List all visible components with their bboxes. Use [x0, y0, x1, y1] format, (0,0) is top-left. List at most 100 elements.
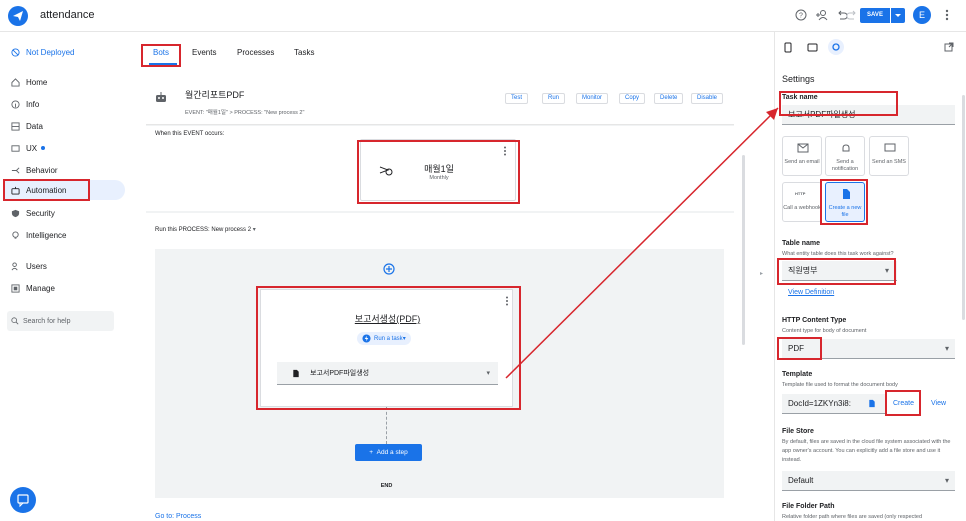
goto-process-link[interactable]: Go to: Process [155, 513, 201, 520]
nav-label: Home [26, 77, 48, 87]
nav-data[interactable]: Data [10, 119, 43, 133]
view-definition-link[interactable]: View Definition [788, 289, 834, 296]
file-icon[interactable] [868, 399, 876, 408]
save-dropdown-button[interactable] [891, 8, 905, 23]
task-name-label: Task name [782, 94, 818, 101]
create-template-button[interactable]: Create [893, 400, 914, 407]
more-vert-icon[interactable] [505, 296, 509, 306]
template-help: Template file used to format the documen… [782, 382, 898, 388]
share-user-icon[interactable] [815, 9, 829, 21]
deploy-status[interactable]: Not Deployed [10, 45, 74, 59]
settings-view-tab[interactable] [828, 39, 844, 55]
chat-button[interactable] [10, 487, 36, 513]
chevron-down-icon[interactable]: ▾ [253, 227, 256, 233]
content-type-label: HTTP Content Type [782, 317, 847, 324]
nav-automation[interactable]: Automation [10, 183, 66, 197]
chat-icon [884, 143, 896, 152]
run-button[interactable]: Run [542, 93, 566, 104]
nav-label: Automation [26, 185, 67, 195]
chevron-down-icon: ▾ [944, 344, 949, 353]
add-plus-icon[interactable] [383, 263, 395, 275]
tab-tasks[interactable]: Tasks [294, 48, 314, 57]
panel-scrollbar[interactable] [962, 95, 965, 320]
nav-intelligence[interactable]: Intelligence [10, 228, 66, 242]
more-vert-icon[interactable] [503, 146, 507, 156]
folder-path-label: File Folder Path [782, 503, 835, 510]
tile-call-webhook[interactable]: HTTP Call a webhook [782, 182, 822, 222]
tile-label: Create a new file [828, 205, 862, 218]
table-name-select[interactable]: 직원명부 ▾ [782, 261, 897, 281]
tab-events[interactable]: Events [192, 48, 216, 57]
monitor-button[interactable]: Monitor [576, 93, 609, 104]
file-store-label: File Store [782, 428, 814, 435]
home-icon [10, 77, 20, 87]
nav-manage[interactable]: Manage [10, 281, 55, 295]
step-type-chip[interactable]: Run a task ▾ [357, 332, 411, 345]
task-select[interactable]: 보고서PDF파일생성 ▾ [277, 362, 498, 385]
nav-behavior[interactable]: Behavior [10, 163, 58, 177]
lightbulb-icon [10, 230, 20, 240]
bot-name: 월간리포트PDF [185, 90, 245, 100]
event-card[interactable]: 매월1일 Monthly [360, 139, 516, 201]
collapse-arrow-icon[interactable]: ▸ [760, 270, 763, 277]
copy-button[interactable]: Copy [619, 93, 646, 104]
process-section: Run this PROCESS: New process 2 ▾ 보고서생성(… [146, 213, 734, 521]
process-heading: Run this PROCESS: New process 2 ▾ [155, 226, 256, 233]
svg-text:?: ? [799, 13, 803, 20]
save-button[interactable]: SAVE [860, 8, 890, 23]
tab-bots[interactable]: Bots [153, 48, 169, 57]
more-vert-icon[interactable] [944, 9, 950, 21]
search-icon [11, 317, 19, 325]
nav-label: Data [26, 121, 43, 131]
nav-ux[interactable]: UX [10, 141, 46, 155]
chevron-down-icon: ▾ [884, 266, 889, 275]
top-bar: attendance ? SAVE E [0, 0, 966, 32]
view-template-button[interactable]: View [931, 400, 946, 407]
scrollbar[interactable] [742, 155, 745, 345]
nav-home[interactable]: Home [10, 75, 47, 89]
open-external-icon[interactable] [944, 42, 954, 52]
test-button[interactable]: Test [505, 93, 529, 104]
nav-label: Security [26, 208, 55, 218]
help-icon[interactable]: ? [795, 9, 807, 21]
file-store-select[interactable]: Default ▾ [782, 471, 955, 491]
event-heading: When this EVENT occurs: [155, 131, 225, 137]
help-search-input[interactable]: Search for help [7, 311, 114, 331]
disable-button[interactable]: Disable [691, 93, 724, 104]
tab-processes[interactable]: Processes [237, 48, 274, 57]
deploy-status-label: Not Deployed [26, 47, 75, 57]
task-name-input[interactable]: 보고서PDF파일생성 [782, 105, 955, 125]
process-canvas: 보고서생성(PDF) Run a task ▾ 보고서PDF파일생성 ▾ + A… [155, 249, 724, 498]
tile-send-notification[interactable]: Send a notification [825, 136, 865, 176]
template-value: DocId=1ZKYn3i8: [788, 399, 851, 408]
connector-line [386, 407, 387, 444]
tile-send-email[interactable]: Send an email [782, 136, 822, 176]
robot-icon [155, 91, 167, 103]
nav-info[interactable]: Info [10, 97, 39, 111]
gear-icon [832, 43, 840, 51]
step-card[interactable]: 보고서생성(PDF) Run a task ▾ 보고서PDF파일생성 ▾ [260, 289, 513, 407]
content-type-select[interactable]: PDF ▾ [782, 339, 955, 359]
end-label: END [380, 483, 393, 489]
tile-send-sms[interactable]: Send an SMS [869, 136, 909, 176]
add-step-label: Add a step [376, 449, 408, 456]
table-name-label: Table name [782, 240, 820, 247]
process-name: New process 2 [211, 227, 252, 233]
content-type-value: PDF [788, 344, 804, 353]
nav-label: Users [26, 261, 47, 271]
tablet-view-icon[interactable] [807, 43, 818, 52]
add-step-button[interactable]: + Add a step [355, 444, 422, 461]
nav-security[interactable]: Security [10, 206, 55, 220]
nav-label: Behavior [26, 165, 58, 175]
email-icon [797, 143, 809, 153]
nav-users[interactable]: Users [10, 259, 47, 273]
process-heading-label: Run this PROCESS: [155, 227, 210, 233]
tile-label: Send an email [784, 159, 820, 165]
avatar[interactable]: E [913, 6, 931, 24]
tile-create-file[interactable]: Create a new file [825, 182, 865, 222]
redo-icon[interactable] [846, 9, 858, 21]
phone-view-icon[interactable] [784, 42, 792, 53]
manage-icon [10, 283, 20, 293]
tab-bots-underline [149, 63, 177, 65]
delete-button[interactable]: Delete [654, 93, 684, 104]
